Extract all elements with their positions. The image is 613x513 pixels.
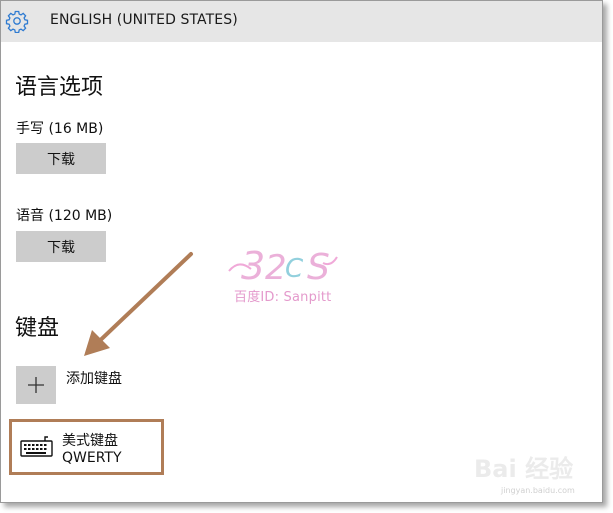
keyboard-heading: 键盘 (15, 316, 60, 341)
language-options-heading: 语言选项 (15, 75, 104, 100)
add-keyboard-button[interactable] (16, 366, 56, 404)
svg-text:2: 2 (265, 248, 287, 288)
handwriting-label: 手写 (16 MB) (16, 121, 104, 137)
watermark-text: 百度ID: Sanpitt (234, 290, 332, 305)
keyboard-layout: QWERTY (62, 450, 122, 466)
baidu-url: jingyan.baidu.com (501, 486, 575, 495)
keyboard-item-us[interactable]: 美式键盘 QWERTY (9, 419, 164, 475)
keyboard-icon (20, 436, 53, 457)
download-handwriting-button[interactable]: 下载 (16, 143, 106, 174)
settings-window: ENGLISH (UNITED STATES) 语言选项 手写 (16 MB) … (0, 0, 603, 503)
watermark-logo: 3 2 C S (228, 244, 338, 288)
plus-icon (28, 377, 44, 393)
baidu-watermark: Bai 经验 (474, 455, 574, 483)
gear-icon[interactable] (5, 9, 29, 33)
window-title: ENGLISH (UNITED STATES) (50, 12, 238, 28)
title-bar: ENGLISH (UNITED STATES) (1, 1, 602, 42)
annotation-arrow (84, 252, 193, 356)
add-keyboard-label[interactable]: 添加键盘 (66, 368, 122, 388)
svg-text:S: S (307, 247, 330, 288)
svg-text:C: C (285, 254, 304, 284)
speech-label: 语音 (120 MB) (16, 208, 113, 224)
keyboard-name: 美式键盘 (62, 433, 118, 449)
